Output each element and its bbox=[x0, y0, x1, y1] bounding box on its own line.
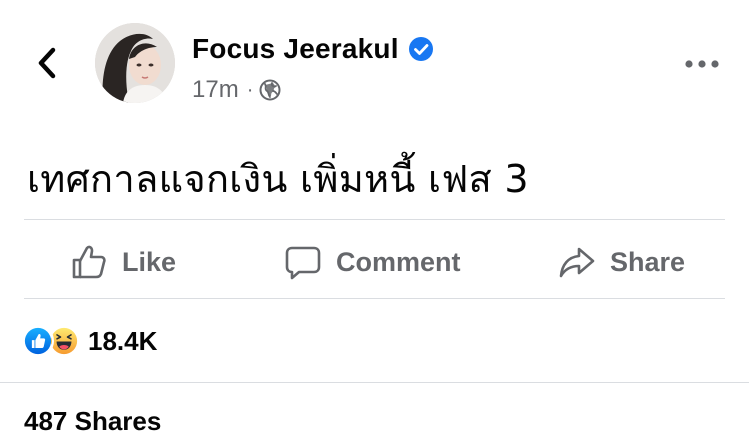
like-reaction-icon bbox=[22, 325, 54, 357]
author-name[interactable]: Focus Jeerakul bbox=[192, 33, 399, 65]
like-button[interactable]: Like bbox=[70, 243, 176, 281]
reactions-summary[interactable]: 18.4K bbox=[22, 325, 157, 357]
chevron-left-icon bbox=[38, 47, 56, 79]
like-label: Like bbox=[122, 246, 177, 277]
verified-badge-icon bbox=[408, 37, 433, 61]
avatar-image bbox=[95, 23, 175, 103]
action-bar: Like Comment Share bbox=[24, 232, 725, 292]
comment-bubble-icon bbox=[285, 246, 321, 280]
author-row: Focus Jeerakul bbox=[192, 33, 434, 65]
share-button[interactable]: Share bbox=[558, 243, 685, 281]
meta-separator: · bbox=[246, 78, 254, 101]
comment-button[interactable]: Comment bbox=[284, 243, 461, 281]
reactions-count: 18.4K bbox=[88, 325, 158, 356]
share-label: Share bbox=[610, 246, 686, 277]
post-meta: 17m · bbox=[192, 76, 281, 104]
shares-count[interactable]: 487 Shares bbox=[24, 406, 161, 437]
divider bbox=[0, 382, 749, 383]
back-button[interactable] bbox=[30, 44, 64, 82]
post-timestamp[interactable]: 17m bbox=[192, 76, 239, 104]
more-options-button[interactable] bbox=[679, 50, 725, 78]
comment-label: Comment bbox=[336, 246, 461, 277]
divider bbox=[24, 298, 725, 299]
more-horizontal-icon bbox=[685, 60, 719, 68]
avatar[interactable] bbox=[95, 23, 175, 103]
globe-icon bbox=[259, 79, 281, 101]
divider bbox=[24, 219, 725, 220]
thumbs-up-icon bbox=[72, 245, 106, 279]
post-text: เทศกาลแจกเงิน เพิ่มหนี้ เฟส 3 bbox=[27, 157, 529, 201]
share-arrow-icon bbox=[559, 247, 595, 278]
